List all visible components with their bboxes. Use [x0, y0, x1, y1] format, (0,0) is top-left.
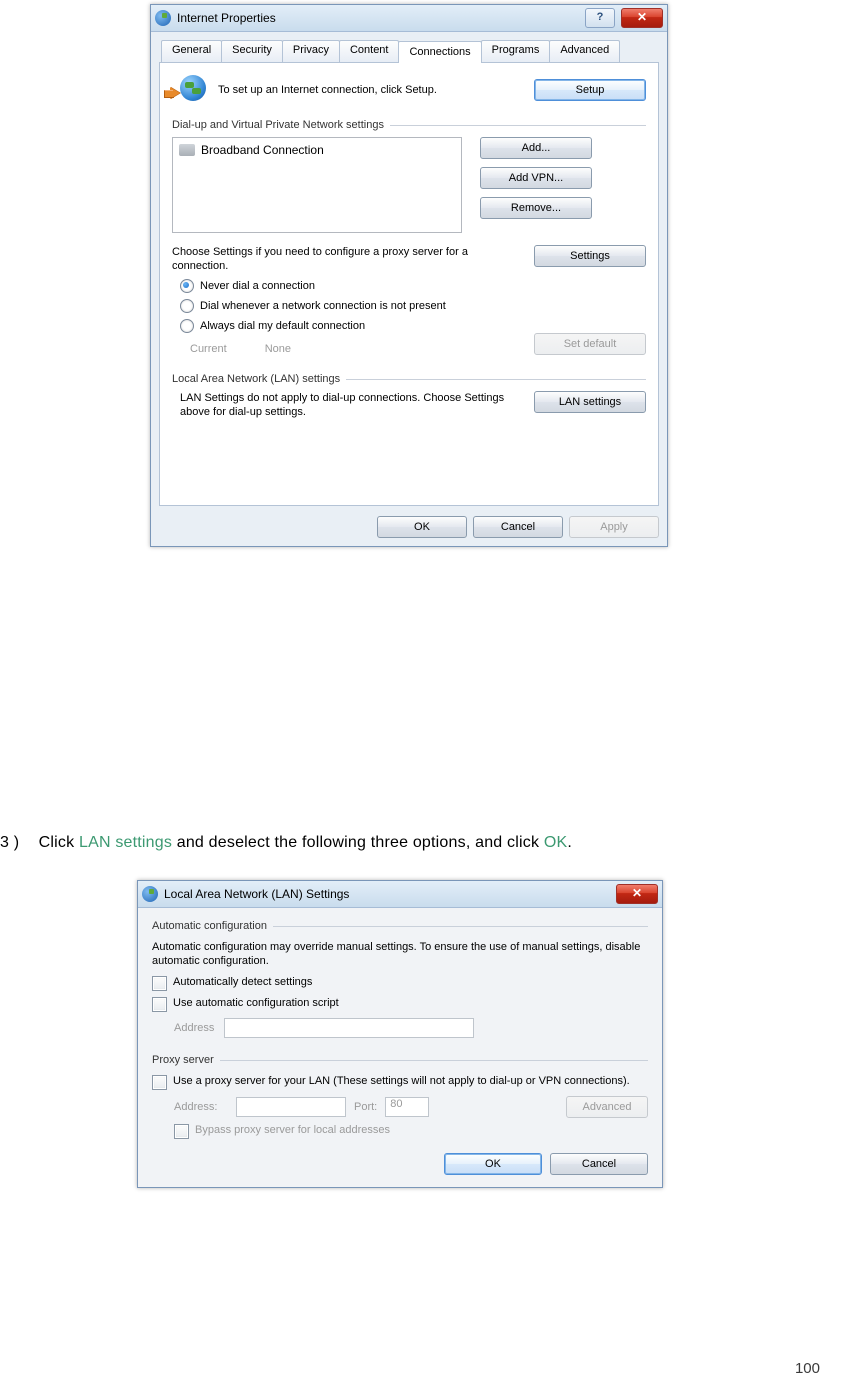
chk-auto-script[interactable]: Use automatic configuration script [152, 997, 648, 1012]
chk-auto-detect[interactable]: Automatically detect settings [152, 976, 648, 991]
close-icon[interactable]: ✕ [621, 8, 663, 28]
cancel-button[interactable]: Cancel [473, 516, 563, 538]
setup-intro-text: To set up an Internet connection, click … [218, 83, 522, 97]
titlebar[interactable]: Internet Properties ? ✕ [151, 5, 667, 32]
radio-never-dial[interactable]: Never dial a connection [172, 279, 646, 293]
window-title: Local Area Network (LAN) Settings [164, 887, 610, 901]
step-number: 3 ) [0, 834, 34, 852]
advanced-button: Advanced [566, 1096, 648, 1118]
auto-config-legend: Automatic configuration [152, 920, 648, 932]
checkbox-icon [152, 1075, 167, 1090]
ok-button[interactable]: OK [444, 1153, 542, 1175]
lan-legend: Local Area Network (LAN) settings [172, 373, 646, 385]
page-number: 100 [795, 1360, 820, 1377]
tab-security[interactable]: Security [221, 40, 283, 62]
current-label: Current [190, 343, 227, 355]
lan-note-text: LAN Settings do not apply to dial-up con… [180, 391, 516, 419]
tab-body-connections: To set up an Internet connection, click … [159, 62, 659, 506]
script-address-input [224, 1018, 474, 1038]
checkbox-icon [152, 997, 167, 1012]
internet-options-icon [155, 10, 171, 26]
connection-icon [179, 144, 195, 156]
lan-settings-window: Local Area Network (LAN) Settings ✕ Auto… [137, 880, 663, 1188]
connection-name: Broadband Connection [201, 143, 324, 157]
close-icon[interactable]: ✕ [616, 884, 658, 904]
lan-settings-button[interactable]: LAN settings [534, 391, 646, 413]
chk-use-proxy[interactable]: Use a proxy server for your LAN (These s… [152, 1074, 648, 1090]
list-item[interactable]: Broadband Connection [177, 142, 457, 158]
proxy-address-input [236, 1097, 346, 1117]
tab-general[interactable]: General [161, 40, 222, 62]
proxy-note-text: Choose Settings if you need to configure… [172, 245, 516, 273]
checkbox-icon [152, 976, 167, 991]
tab-privacy[interactable]: Privacy [282, 40, 340, 62]
globe-setup-icon [172, 75, 206, 105]
ok-button[interactable]: OK [377, 516, 467, 538]
tab-advanced[interactable]: Advanced [549, 40, 620, 62]
apply-button: Apply [569, 516, 659, 538]
chk-bypass-local: Bypass proxy server for local addresses [174, 1124, 648, 1139]
radio-always-dial[interactable]: Always dial my default connection [172, 319, 646, 333]
radio-icon [180, 299, 194, 313]
dialup-legend: Dial-up and Virtual Private Network sett… [172, 119, 646, 131]
set-default-button: Set default [534, 333, 646, 355]
lan-settings-link: LAN settings [79, 834, 172, 851]
help-button[interactable]: ? [585, 8, 615, 28]
radio-icon [180, 319, 194, 333]
tab-strip: GeneralSecurityPrivacyContentConnections… [161, 40, 659, 62]
add-vpn-button[interactable]: Add VPN... [480, 167, 592, 189]
add-button[interactable]: Add... [480, 137, 592, 159]
connections-listbox[interactable]: Broadband Connection [172, 137, 462, 233]
internet-options-icon [142, 886, 158, 902]
setup-button[interactable]: Setup [534, 79, 646, 101]
address-label: Address [174, 1022, 214, 1034]
internet-properties-window: Internet Properties ? ✕ GeneralSecurityP… [150, 4, 668, 547]
radio-icon [180, 279, 194, 293]
current-value: None [265, 343, 291, 355]
auto-config-text: Automatic configuration may override man… [152, 940, 648, 968]
proxy-address-label: Address: [174, 1101, 228, 1113]
checkbox-icon [174, 1124, 189, 1139]
tab-content[interactable]: Content [339, 40, 400, 62]
tab-connections[interactable]: Connections [398, 41, 481, 63]
proxy-legend: Proxy server [152, 1054, 648, 1066]
cancel-button[interactable]: Cancel [550, 1153, 648, 1175]
remove-button[interactable]: Remove... [480, 197, 592, 219]
titlebar[interactable]: Local Area Network (LAN) Settings ✕ [138, 881, 662, 908]
window-title: Internet Properties [177, 11, 579, 25]
radio-dial-not-present[interactable]: Dial whenever a network connection is no… [172, 299, 646, 313]
ok-link: OK [544, 834, 568, 851]
proxy-port-input: 80 [385, 1097, 429, 1117]
instruction-step-3: 3 ) Click LAN settings and deselect the … [0, 834, 572, 852]
proxy-port-label: Port: [354, 1101, 377, 1113]
tab-programs[interactable]: Programs [481, 40, 551, 62]
settings-button[interactable]: Settings [534, 245, 646, 267]
